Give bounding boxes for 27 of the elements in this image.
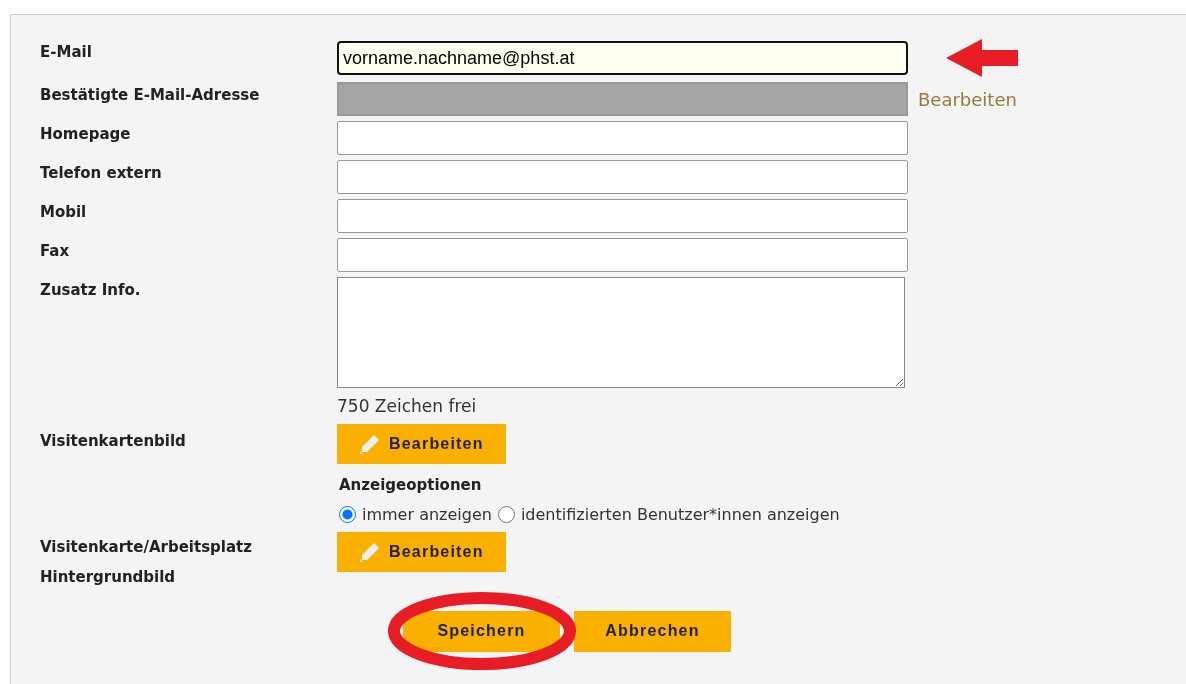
text-area[interactable] bbox=[337, 277, 905, 388]
character-counter: 750 Zeichen frei bbox=[337, 395, 478, 418]
input-field[interactable] bbox=[337, 199, 908, 233]
field-label: Visitenkarte/Arbeitsplatz Hintergrundbild bbox=[40, 536, 253, 588]
field-label: Mobil bbox=[40, 202, 88, 223]
field-label: Zusatz Info. bbox=[40, 280, 142, 301]
save-button[interactable]: Speichern bbox=[403, 610, 560, 652]
field-label: E-Mail bbox=[40, 42, 93, 63]
input-field[interactable] bbox=[337, 121, 908, 155]
edit-button[interactable]: Bearbeiten bbox=[337, 424, 506, 465]
input-field[interactable] bbox=[337, 238, 908, 272]
radio-button[interactable] bbox=[497, 506, 515, 524]
edit-button[interactable]: Bearbeiten bbox=[337, 531, 506, 572]
radio-label: identifizierten Benutzer*innen anzeigen bbox=[520, 503, 840, 526]
pencil-icon bbox=[359, 540, 381, 563]
field-label: Fax bbox=[40, 241, 71, 262]
pencil-icon bbox=[359, 433, 381, 456]
field-label: Telefon extern bbox=[40, 163, 163, 184]
radio-label: immer anzeigen bbox=[362, 503, 492, 526]
cancel-button[interactable]: Abbrechen bbox=[574, 610, 731, 652]
input-field[interactable] bbox=[337, 160, 908, 194]
field-label: Homepage bbox=[40, 124, 132, 145]
input-field[interactable]: vorname.nachname@phst.at bbox=[337, 41, 908, 75]
field-label: Bestätigte E-Mail-Adresse bbox=[40, 85, 261, 106]
radio-button[interactable] bbox=[339, 506, 356, 524]
field-label: Visitenkartenbild bbox=[40, 431, 187, 453]
section-heading: Anzeigeoptionen bbox=[339, 475, 483, 497]
